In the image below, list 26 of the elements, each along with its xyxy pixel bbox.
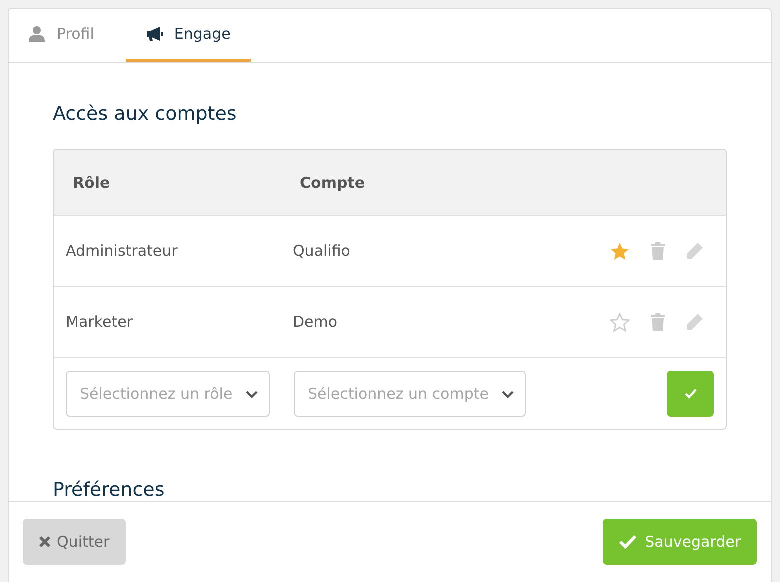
megaphone-icon xyxy=(146,26,164,42)
table-cell: Qualifio xyxy=(293,242,350,260)
trash-icon[interactable] xyxy=(650,242,666,260)
trash-icon[interactable] xyxy=(650,313,666,331)
section-title: Préférences xyxy=(53,478,166,501)
pencil-icon[interactable] xyxy=(686,242,704,260)
star-icon[interactable] xyxy=(610,242,630,260)
section-title: Accès aux comptes xyxy=(53,102,238,127)
check-icon xyxy=(684,388,696,398)
save-button[interactable]: Sauvegarder xyxy=(603,519,757,565)
table-cell: Administrateur xyxy=(66,242,178,260)
user-icon xyxy=(29,26,47,42)
tab[interactable]: Profil xyxy=(21,9,112,62)
pencil-icon[interactable] xyxy=(686,313,704,331)
quit-button[interactable]: Quitter xyxy=(23,519,126,565)
role-select[interactable]: Sélectionnez un rôle xyxy=(66,370,270,416)
column-header: Compte xyxy=(300,174,366,192)
table-cell: Demo xyxy=(293,313,338,331)
table-cell: Marketer xyxy=(66,313,133,331)
check-icon xyxy=(619,535,638,549)
column-header: Rôle xyxy=(73,174,110,192)
account-select[interactable]: Sélectionnez un compte xyxy=(294,370,526,416)
confirm-button[interactable] xyxy=(667,370,714,416)
tab[interactable]: Engage xyxy=(126,9,251,62)
close-icon xyxy=(39,536,51,548)
star-outline-icon[interactable] xyxy=(610,312,630,332)
